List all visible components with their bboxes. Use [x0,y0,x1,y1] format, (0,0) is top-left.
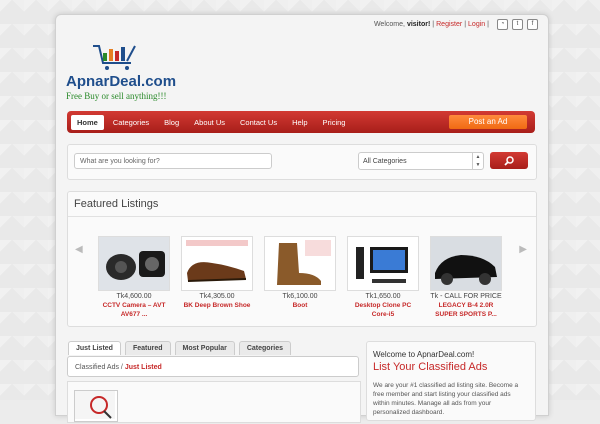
login-link[interactable]: Login [468,21,485,28]
brand-name: ApnarDeal.com [66,73,177,90]
carousel-prev-icon[interactable]: ◀ [75,244,83,255]
listing-price: Tk6,100.00 [282,293,318,300]
cart-icon [93,45,136,70]
post-ad-button[interactable]: Post an Ad [449,115,527,129]
listing-item[interactable]: Tk6,100.00 Boot [264,236,336,310]
breadcrumb-current: Just Listed [124,364,162,371]
featured-listings: Featured Listings ◀ ▶ Tk4,600.00 CCTV Ca… [67,191,537,327]
welcome-text: Welcome, [373,21,405,28]
listing-price: Tk - CALL FOR PRICE [430,293,502,300]
featured-title: Featured Listings [74,198,159,210]
brown-shoe-image[interactable] [181,236,253,291]
nav-pricing[interactable]: Pricing [317,115,352,130]
listing-title[interactable]: LEGACY B-4 2.0R SUPER SPORTS P... [430,301,502,319]
username: visitor! [406,21,431,28]
search-input[interactable]: What are you looking for? [74,153,272,169]
listing-item[interactable]: Tk4,600.00 CCTV Camera – AVT AV677 ... [98,236,170,319]
main-nav: Home Categories Blog About Us Contact Us… [67,111,535,133]
nav-about-us[interactable]: About Us [188,115,231,130]
listing-title[interactable]: Boot [264,301,336,310]
listing-title[interactable]: CCTV Camera – AVT AV677 ... [98,301,170,319]
tab-most-popular[interactable]: Most Popular [174,341,235,355]
rss-icon[interactable]: ◔ [497,19,508,30]
seo-thumbnail[interactable] [74,390,118,422]
listing-price: Tk4,600.00 [116,293,152,300]
breadcrumb: Classified Ads / Just Listed [67,356,359,377]
listing-price: Tk1,650.00 [365,293,401,300]
twitter-icon[interactable]: t [512,19,523,30]
listing-item[interactable]: Tk4,305.00 BK Deep Brown Shoe [181,236,253,310]
listing-item[interactable]: Tk1,650.00 Desktop Clone PC Core-i5 [347,236,419,319]
nav-home[interactable]: Home [71,114,104,130]
car-image[interactable] [430,236,502,291]
category-select-value: All Categories [363,158,407,165]
listing-title[interactable]: BK Deep Brown Shoe [181,301,253,310]
nav-categories[interactable]: Categories [107,115,155,130]
welcome-title: Welcome to ApnarDeal.com! [373,350,475,359]
top-user-bar: Welcome, visitor! | Register | Login | ◔… [374,19,538,30]
cctv-camera-image[interactable] [98,236,170,291]
select-arrows-icon: ▲ ▼ [472,153,483,169]
welcome-subtitle: List Your Classified Ads [373,361,488,373]
listing-item[interactable]: Tk - CALL FOR PRICE LEGACY B-4 2.0R SUPE… [430,236,502,319]
listing-title[interactable]: Desktop Clone PC Core-i5 [347,301,419,319]
search-icon [504,156,514,166]
listing-tabs: Just Listed Featured Most Popular Catego… [68,341,292,355]
search-button[interactable] [490,152,528,169]
tab-just-listed[interactable]: Just Listed [68,341,121,355]
tab-featured[interactable]: Featured [124,341,171,355]
nav-blog[interactable]: Blog [158,115,185,130]
desktop-pc-image[interactable] [347,236,419,291]
breadcrumb-root[interactable]: Classified Ads [75,364,119,371]
page-container: Welcome, visitor! | Register | Login | ◔… [55,14,549,423]
welcome-box: Welcome to ApnarDeal.com! List Your Clas… [366,341,536,421]
register-link[interactable]: Register [436,21,462,28]
nav-help[interactable]: Help [286,115,313,130]
nav-contact-us[interactable]: Contact Us [234,115,283,130]
boot-image[interactable] [264,236,336,291]
welcome-text-body: We are your #1 classified ad listing sit… [373,382,519,416]
search-bar: What are you looking for? All Categories… [67,144,537,180]
brand-tagline: Free Buy or sell anything!!! [66,91,167,101]
listing-list [67,381,361,423]
facebook-icon[interactable]: f [527,19,538,30]
site-logo[interactable]: ApnarDeal.com Free Buy or sell anything!… [66,43,186,103]
category-select[interactable]: All Categories ▲ ▼ [358,152,484,170]
listing-price: Tk4,305.00 [199,293,235,300]
tab-categories[interactable]: Categories [238,341,292,355]
carousel-next-icon[interactable]: ▶ [519,244,527,255]
